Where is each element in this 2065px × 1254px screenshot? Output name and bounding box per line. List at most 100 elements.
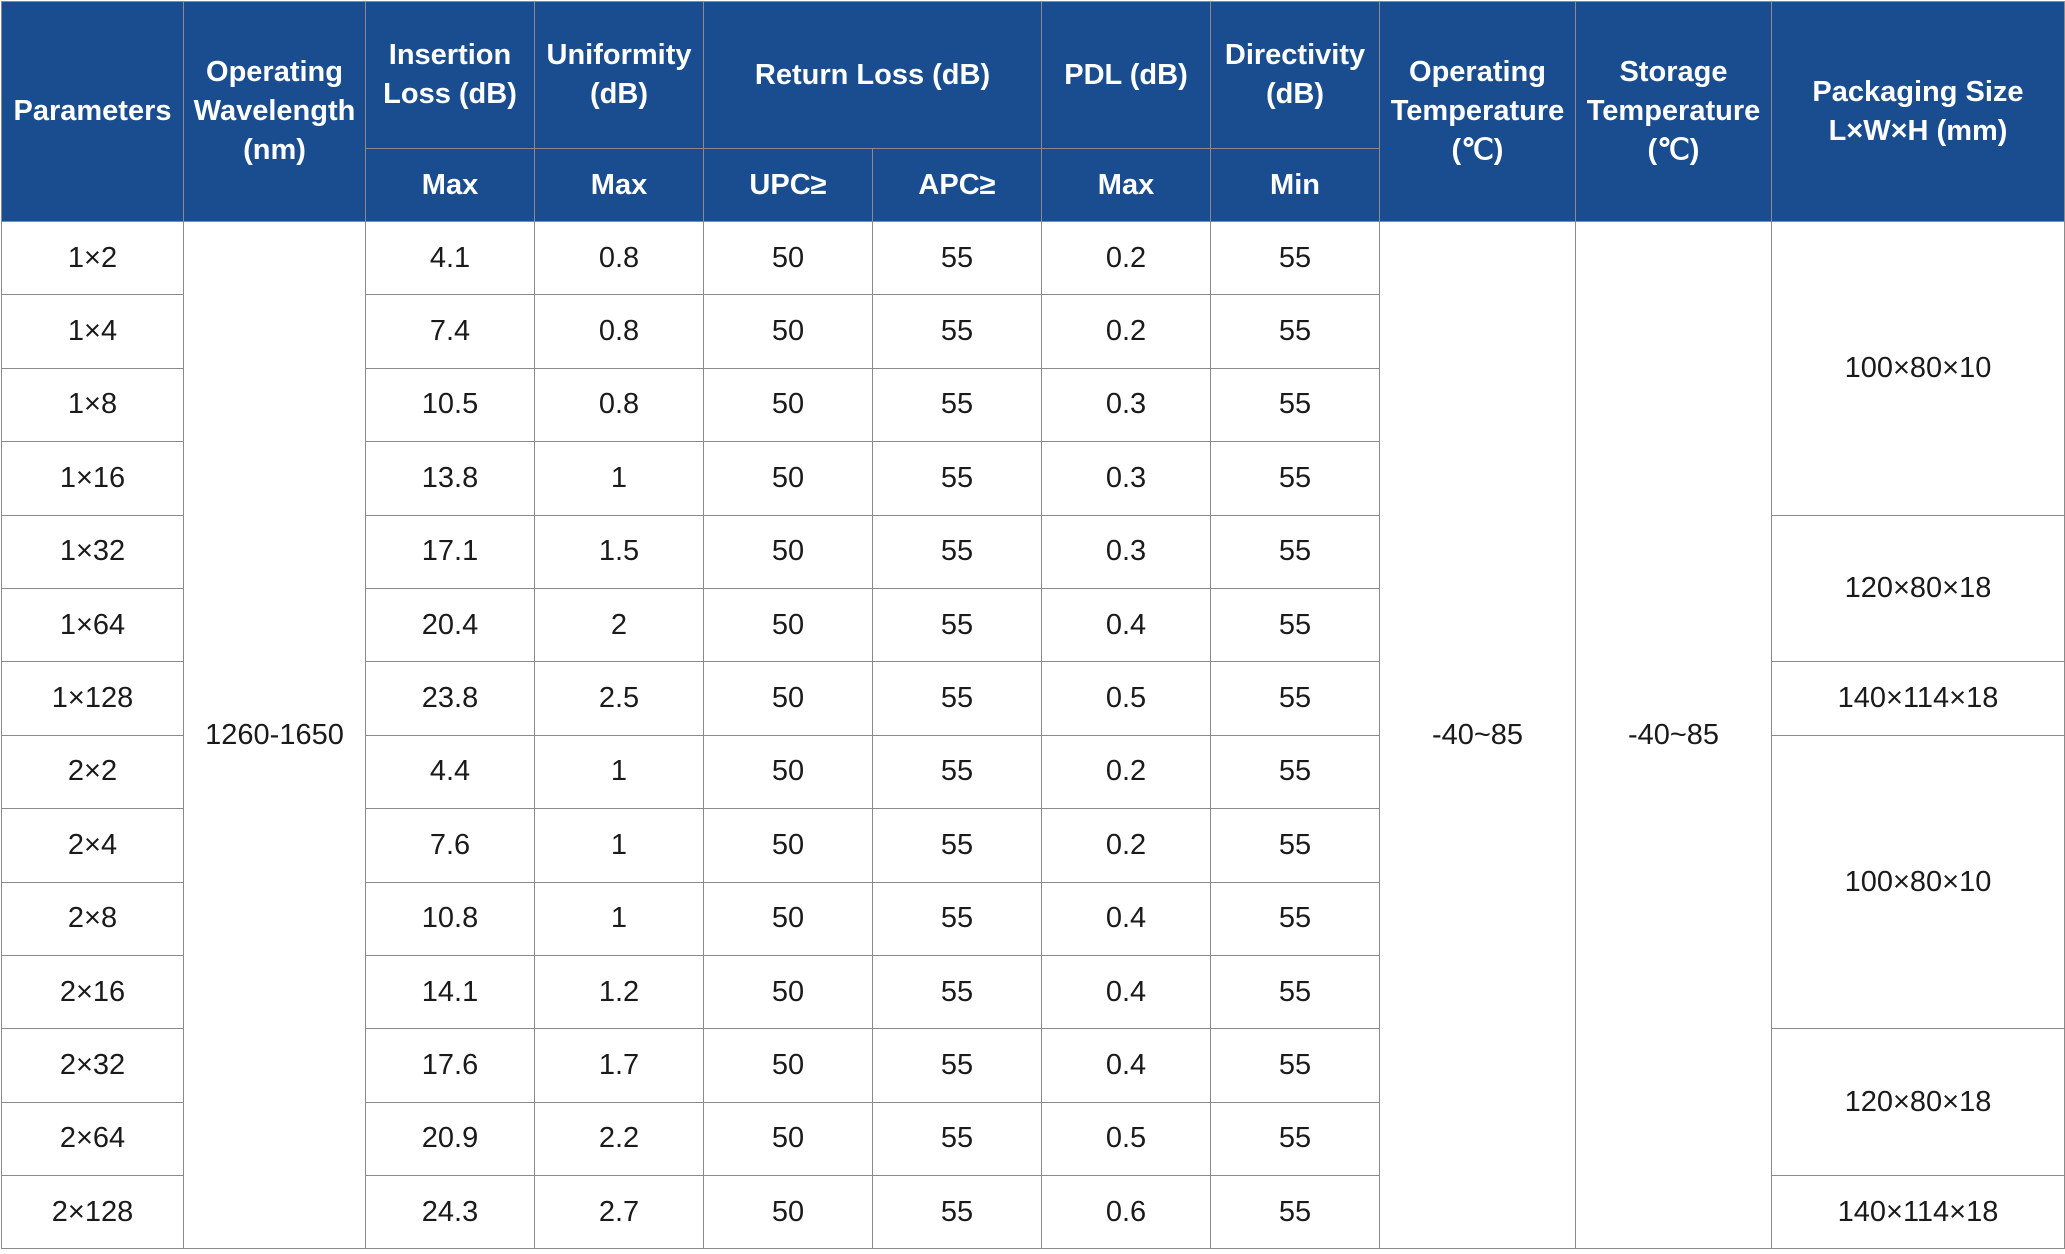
- cell-pdl: 0.4: [1041, 881, 1211, 956]
- cell-directivity: 55: [1210, 881, 1380, 956]
- cell-return-loss-apc: 55: [872, 661, 1042, 736]
- cell-return-loss-upc: 50: [703, 1175, 873, 1250]
- cell-return-loss-apc: 55: [872, 734, 1042, 810]
- table-header: Parameters Operating Wavelength (nm) Ins…: [1, 1, 2065, 222]
- cell-insertion-loss: 17.6: [365, 1028, 535, 1103]
- cell-directivity: 55: [1210, 734, 1380, 810]
- cell-insertion-loss: 7.6: [365, 808, 535, 883]
- cell-parameter: 2×16: [1, 954, 184, 1030]
- cell-uniformity: 1.2: [534, 954, 704, 1030]
- cell-return-loss-upc: 50: [703, 808, 873, 883]
- cell-uniformity: 1: [534, 441, 704, 516]
- cell-directivity: 55: [1210, 1028, 1380, 1103]
- cell-insertion-loss: 14.1: [365, 954, 535, 1030]
- spec-table: Parameters Operating Wavelength (nm) Ins…: [1, 1, 2065, 1250]
- cell-return-loss-upc: 50: [703, 294, 873, 369]
- cell-return-loss-upc: 50: [703, 881, 873, 956]
- cell-pdl: 0.3: [1041, 441, 1211, 516]
- cell-parameter: 2×4: [1, 808, 184, 883]
- header-operating-temperature: Operating Temperature (℃): [1379, 1, 1576, 222]
- cell-directivity: 55: [1210, 587, 1380, 663]
- cell-return-loss-apc: 55: [872, 881, 1042, 956]
- cell-pdl: 0.5: [1041, 661, 1211, 736]
- cell-parameter: 1×64: [1, 587, 184, 663]
- cell-insertion-loss: 17.1: [365, 514, 535, 589]
- header-directivity: Directivity (dB): [1210, 1, 1380, 149]
- cell-pdl: 0.3: [1041, 367, 1211, 443]
- header-insertion-loss: Insertion Loss (dB): [365, 1, 535, 149]
- cell-directivity: 55: [1210, 514, 1380, 589]
- cell-parameter: 2×128: [1, 1175, 184, 1250]
- cell-uniformity: 0.8: [534, 294, 704, 369]
- cell-pdl: 0.4: [1041, 1028, 1211, 1103]
- cell-directivity: 55: [1210, 367, 1380, 443]
- cell-insertion-loss: 10.5: [365, 367, 535, 443]
- cell-return-loss-apc: 55: [872, 1175, 1042, 1250]
- cell-parameter: 2×2: [1, 734, 184, 810]
- cell-insertion-loss: 4.4: [365, 734, 535, 810]
- cell-return-loss-apc: 55: [872, 367, 1042, 443]
- cell-packaging-size: 100×80×10: [1771, 221, 2065, 516]
- header-wavelength: Operating Wavelength (nm): [183, 1, 366, 222]
- cell-return-loss-apc: 55: [872, 220, 1042, 296]
- cell-uniformity: 0.8: [534, 220, 704, 296]
- cell-return-loss-apc: 55: [872, 514, 1042, 589]
- cell-wavelength: 1260-1650: [183, 220, 366, 1250]
- cell-pdl: 0.2: [1041, 220, 1211, 296]
- cell-uniformity: 2: [534, 587, 704, 663]
- cell-parameter: 1×128: [1, 661, 184, 736]
- cell-return-loss-apc: 55: [872, 587, 1042, 663]
- cell-directivity: 55: [1210, 1175, 1380, 1250]
- cell-packaging-size: 140×114×18: [1771, 661, 2065, 736]
- cell-insertion-loss: 7.4: [365, 294, 535, 369]
- cell-return-loss-upc: 50: [703, 1028, 873, 1103]
- subheader-apc: APC≥: [872, 148, 1042, 222]
- cell-parameter: 2×8: [1, 881, 184, 956]
- cell-return-loss-apc: 55: [872, 1101, 1042, 1177]
- cell-parameter: 2×32: [1, 1028, 184, 1103]
- cell-pdl: 0.2: [1041, 734, 1211, 810]
- cell-uniformity: 1: [534, 808, 704, 883]
- table-body: 1×2 1260-1650 4.1 0.8 50 55 0.2 55 -40~85 -40~85 1…: [1, 220, 2065, 1250]
- cell-pdl: 0.4: [1041, 587, 1211, 663]
- cell-uniformity: 2.5: [534, 661, 704, 736]
- subheader-insertion-loss: Max: [365, 148, 535, 222]
- cell-pdl: 0.2: [1041, 294, 1211, 369]
- cell-parameter: 1×2: [1, 220, 184, 296]
- cell-insertion-loss: 20.9: [365, 1101, 535, 1177]
- cell-return-loss-apc: 55: [872, 808, 1042, 883]
- cell-parameter: 1×32: [1, 514, 184, 589]
- cell-return-loss-upc: 50: [703, 1101, 873, 1177]
- header-packaging-size: Packaging Size L×W×H (mm): [1771, 1, 2065, 222]
- cell-directivity: 55: [1210, 661, 1380, 736]
- cell-storage-temperature: -40~85: [1575, 220, 1772, 1250]
- cell-return-loss-upc: 50: [703, 367, 873, 443]
- subheader-uniformity: Max: [534, 148, 704, 222]
- cell-insertion-loss: 10.8: [365, 881, 535, 956]
- cell-parameter: 1×4: [1, 294, 184, 369]
- cell-directivity: 55: [1210, 1101, 1380, 1177]
- cell-pdl: 0.3: [1041, 514, 1211, 589]
- cell-return-loss-upc: 50: [703, 587, 873, 663]
- cell-return-loss-upc: 50: [703, 954, 873, 1030]
- header-storage-temperature: Storage Temperature (℃): [1575, 1, 1772, 222]
- cell-return-loss-apc: 55: [872, 1028, 1042, 1103]
- cell-directivity: 55: [1210, 808, 1380, 883]
- header-uniformity: Uniformity (dB): [534, 1, 704, 149]
- header-return-loss: Return Loss (dB): [703, 1, 1042, 149]
- cell-operating-temperature: -40~85: [1379, 220, 1576, 1250]
- cell-uniformity: 2.7: [534, 1175, 704, 1250]
- cell-return-loss-upc: 50: [703, 441, 873, 516]
- subheader-pdl: Max: [1041, 148, 1211, 222]
- cell-packaging-size: 100×80×10: [1771, 734, 2065, 1030]
- cell-return-loss-upc: 50: [703, 220, 873, 296]
- cell-uniformity: 2.2: [534, 1101, 704, 1177]
- cell-return-loss-upc: 50: [703, 734, 873, 810]
- cell-insertion-loss: 13.8: [365, 441, 535, 516]
- cell-insertion-loss: 20.4: [365, 587, 535, 663]
- cell-insertion-loss: 4.1: [365, 220, 535, 296]
- cell-pdl: 0.6: [1041, 1175, 1211, 1250]
- header-parameters: Parameters: [1, 1, 184, 222]
- cell-packaging-size: 120×80×18: [1771, 514, 2065, 663]
- cell-packaging-size: 120×80×18: [1771, 1028, 2065, 1177]
